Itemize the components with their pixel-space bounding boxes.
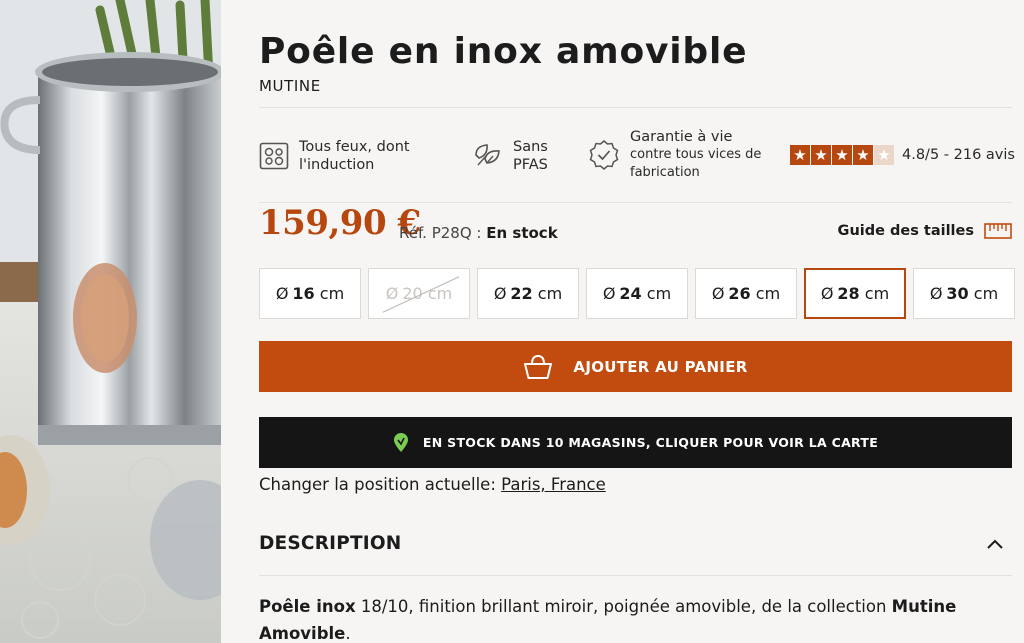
rating-text: 4.8/5 - 216 avis — [902, 147, 1015, 163]
store-availability-label: EN STOCK DANS 10 MAGASINS, CLIQUER POUR … — [422, 435, 879, 450]
stovetop-icon — [259, 142, 289, 170]
leaves-icon — [475, 144, 500, 166]
star-icon: ★ — [853, 145, 873, 165]
product-title: Poêle en inox amovible — [259, 31, 748, 72]
size-option-22[interactable]: Ø 22 cm — [477, 268, 579, 319]
location-link[interactable]: Paris, France — [501, 475, 606, 494]
chevron-up-icon[interactable] — [986, 538, 1004, 550]
size-option-20: Ø 20 cm — [368, 268, 470, 319]
description-strong-1: Poêle inox — [259, 597, 356, 616]
size-option-30[interactable]: Ø 30 cm — [913, 268, 1015, 319]
star-icon: ★ — [811, 145, 831, 165]
product-price: 159,90 € — [259, 203, 421, 243]
size-guide-link[interactable]: Guide des tailles — [838, 223, 1012, 239]
description-strong-3: Amovible — [259, 624, 346, 643]
stock-status: En stock — [486, 224, 558, 242]
feature-pfas-line2: PFAS — [513, 157, 548, 173]
product-brand: MUTINE — [259, 77, 321, 95]
feature-pfas-line1: Sans — [513, 139, 548, 155]
size-guide-label: Guide des tailles — [837, 223, 974, 239]
location-prefix: Changer la position actuelle: — [259, 475, 496, 494]
description-header[interactable]: DESCRIPTION — [259, 533, 1012, 554]
divider — [259, 575, 1012, 576]
location-pin-icon — [393, 432, 408, 452]
size-option-28[interactable]: Ø 28 cm — [804, 268, 906, 319]
add-to-cart-button[interactable]: AJOUTER AU PANIER — [259, 341, 1012, 392]
product-reference: Réf. P28Q : En stock — [399, 224, 558, 242]
star-empty-icon: ★ — [874, 145, 894, 165]
description-text-1: 18/10, finition brillant miroir, poignée… — [355, 597, 892, 616]
size-option-24[interactable]: Ø 24 cm — [586, 268, 688, 319]
feature-induction-line2: l'induction — [299, 157, 375, 173]
add-to-cart-label: AJOUTER AU PANIER — [573, 357, 748, 376]
basket-icon — [524, 354, 553, 379]
product-page: Poêle en inox amovible MUTINE Tous feux,… — [0, 0, 1024, 643]
location-line: Changer la position actuelle: Paris, Fra… — [259, 475, 606, 494]
description-text: Poêle inox 18/10, finition brillant miro… — [259, 597, 957, 643]
description-strong-2: Mutine — [891, 597, 957, 616]
rating[interactable]: ★ ★ ★ ★ ★ 4.8/5 - 216 avis — [790, 145, 1015, 165]
size-option-16[interactable]: Ø 16 cm — [259, 268, 361, 319]
reference-label: Réf. P28Q : — [399, 224, 482, 242]
rating-stars: ★ ★ ★ ★ ★ — [790, 145, 894, 165]
feature-pfas: Sans PFAS — [473, 138, 548, 174]
star-icon: ★ — [832, 145, 852, 165]
feature-warranty: Garantie à vie contre tous vices de fabr… — [588, 128, 761, 182]
size-selector: Ø 16 cm Ø 20 cm Ø 22 cm Ø 24 cm Ø 26 cm Ø 28 c… — [259, 268, 1015, 319]
divider — [259, 107, 1012, 108]
badge-check-icon — [589, 140, 619, 170]
size-option-26[interactable]: Ø 26 cm — [695, 268, 797, 319]
feature-warranty-line3: fabrication — [630, 165, 700, 180]
store-availability-button[interactable]: EN STOCK DANS 10 MAGASINS, CLIQUER POUR … — [259, 417, 1012, 468]
star-icon: ★ — [790, 145, 810, 165]
feature-induction: Tous feux, dont l'induction — [259, 138, 410, 174]
stockpot-image — [0, 0, 221, 643]
product-photo — [0, 0, 221, 643]
feature-induction-line1: Tous feux, dont — [299, 139, 410, 155]
feature-warranty-line2: contre tous vices de — [630, 147, 762, 162]
ruler-icon — [984, 223, 1012, 239]
description-heading: DESCRIPTION — [259, 533, 402, 554]
feature-warranty-line1: Garantie à vie — [630, 129, 733, 145]
